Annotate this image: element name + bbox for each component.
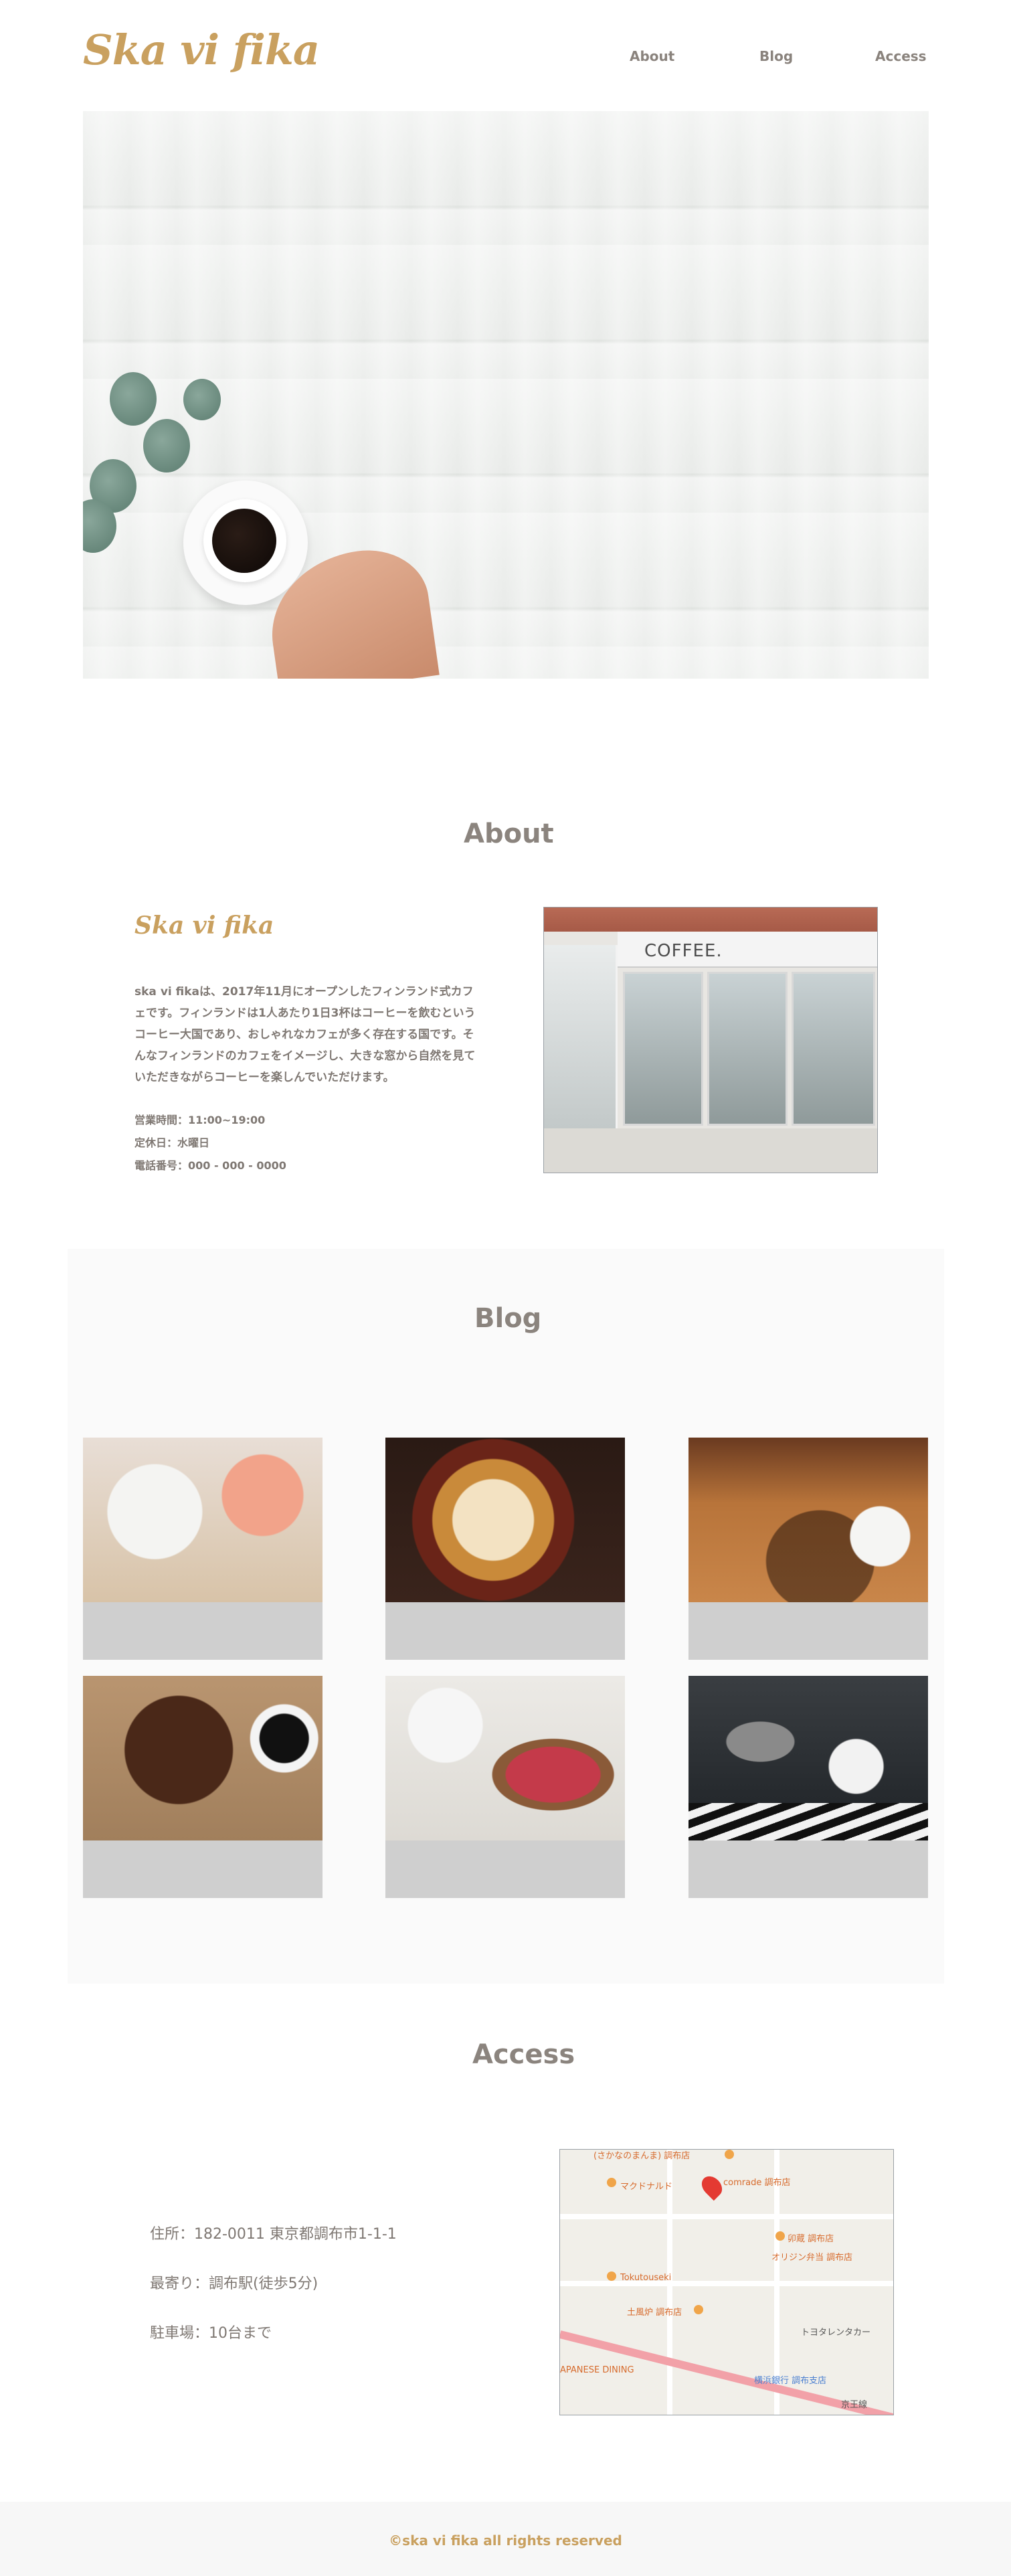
eucalyptus-leaf <box>143 419 190 473</box>
blog-card[interactable] <box>688 1676 928 1898</box>
map-label: Tokutouseki <box>620 2273 672 2283</box>
nav-link-access[interactable]: Access <box>875 48 927 64</box>
blog-card[interactable] <box>83 1676 323 1898</box>
blog-card[interactable] <box>83 1438 323 1660</box>
storefront-sign-text: COFFEE. <box>644 941 723 961</box>
map-poi-icon <box>725 2150 734 2159</box>
map-label: 横浜銀行 調布支店 <box>754 2376 827 2386</box>
nav-link-about[interactable]: About <box>630 48 674 64</box>
map-poi-icon <box>775 2231 785 2241</box>
location-pin-icon <box>697 2172 727 2201</box>
blog-card-image <box>83 1438 323 1602</box>
site-footer: ©ska vi fika all rights reserved <box>0 2502 1011 2576</box>
map-road <box>560 2281 893 2286</box>
about-phone: 電話番号：000 - 000 - 0000 <box>134 1159 286 1172</box>
blog-card[interactable] <box>385 1438 625 1660</box>
access-address: 住所：182-0011 東京都調布市1-1-1 <box>150 2226 397 2243</box>
site-logo[interactable]: Ska vi fika <box>83 25 320 74</box>
eucalyptus-leaf <box>183 379 221 420</box>
access-title: Access <box>472 2039 575 2070</box>
map-label: 卯蔵 調布店 <box>788 2234 834 2244</box>
about-hours: 営業時間：11:00~19:00 <box>134 1114 266 1126</box>
about-holiday: 定休日：水曜日 <box>134 1136 210 1149</box>
about-description: ska vi fikaは、2017年11月にオープンしたフィンランド式カフェです… <box>134 985 476 1084</box>
map-label: 京王線 <box>841 2400 868 2410</box>
access-map[interactable]: (さかなのまんま) 調布店 comrade 調布店 マクドナルド 卯蔵 調布店 … <box>559 2149 894 2415</box>
map-poi-icon <box>607 2271 616 2281</box>
cafe-storefront-photo: COFFEE. <box>543 907 878 1173</box>
map-label: comrade 調布店 <box>723 2178 791 2188</box>
blog-card-image <box>385 1676 625 1840</box>
map-label: APANESE DINING <box>560 2365 634 2375</box>
blog-card-image <box>688 1438 928 1602</box>
about-title: About <box>464 819 554 849</box>
storefront-window <box>623 972 703 1126</box>
map-label: トヨタレンタカー <box>801 2328 871 2338</box>
access-parking: 駐車場：10台まで <box>150 2325 272 2342</box>
map-label: 土風炉 調布店 <box>627 2308 682 2318</box>
blog-card-image <box>688 1676 928 1840</box>
footer-copyright: ©ska vi fika all rights reserved <box>389 2532 622 2549</box>
blog-card-image <box>385 1438 625 1602</box>
eucalyptus-leaf <box>110 372 157 426</box>
map-road <box>560 2214 893 2219</box>
about-shop-name: Ska vi fika <box>134 912 274 940</box>
map-label: オリジン弁当 調布店 <box>771 2253 853 2263</box>
coffee <box>212 509 276 573</box>
map-poi-icon <box>607 2178 616 2187</box>
map-poi-icon <box>694 2305 703 2314</box>
blog-card[interactable] <box>688 1438 928 1660</box>
map-label: マクドナルド <box>620 2182 673 2192</box>
nav-link-blog[interactable]: Blog <box>759 48 793 64</box>
blog-card[interactable] <box>385 1676 625 1898</box>
storefront-floor <box>544 1128 877 1173</box>
storefront-window <box>792 972 875 1126</box>
storefront-roof <box>544 908 877 932</box>
storefront-window <box>707 972 788 1126</box>
map-label: (さかなのまんま) 調布店 <box>593 2151 691 2161</box>
access-station: 最寄り：調布駅(徒歩5分) <box>150 2276 318 2292</box>
blog-card-image <box>83 1676 323 1840</box>
hero-image <box>83 111 929 679</box>
blog-title: Blog <box>474 1303 542 1334</box>
page: Ska vi fika About Blog Access About Ska … <box>0 0 1011 2576</box>
